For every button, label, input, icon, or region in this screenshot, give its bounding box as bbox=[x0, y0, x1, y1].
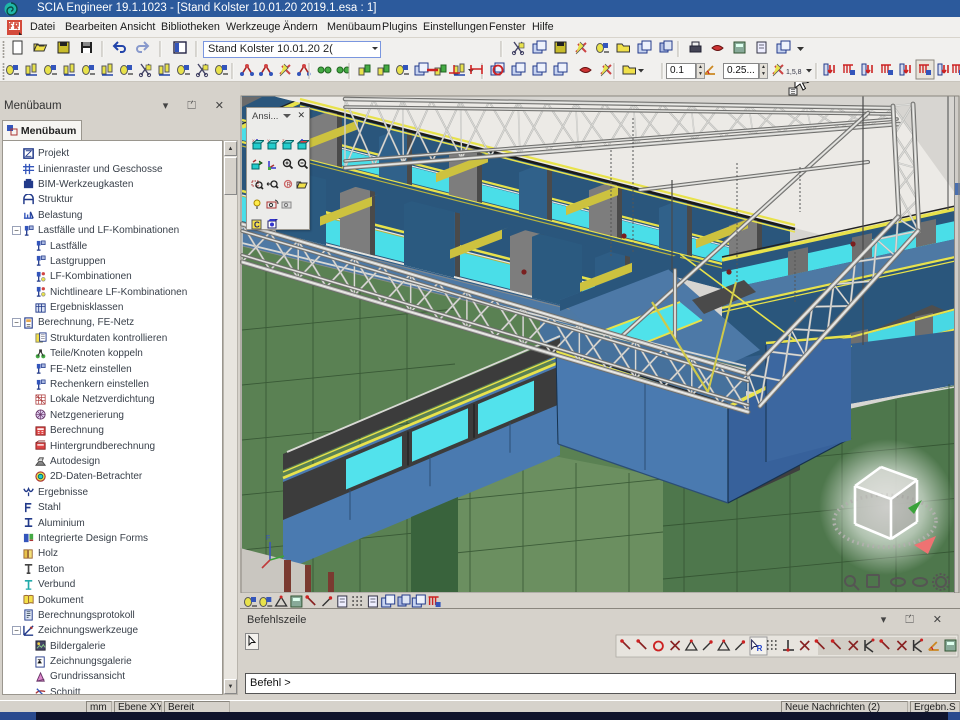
svg-text:Y: Y bbox=[267, 138, 270, 143]
svg-text:R: R bbox=[287, 183, 292, 189]
svg-text:F: F bbox=[266, 535, 270, 542]
svg-text:C: C bbox=[254, 221, 260, 230]
svg-text:1,5,8: 1,5,8 bbox=[786, 69, 802, 76]
svg-text:R: R bbox=[757, 644, 763, 653]
svg-text:X: X bbox=[252, 138, 255, 143]
